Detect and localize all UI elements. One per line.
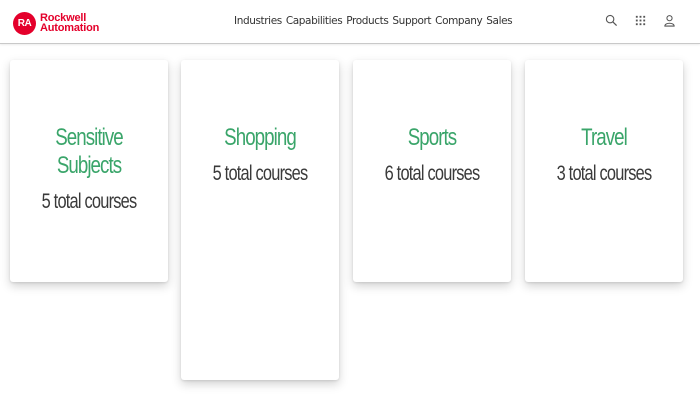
logo-wordmark: Rockwell Automation (40, 13, 100, 34)
nav-support[interactable]: Support (392, 15, 431, 27)
card-title: Sensitive Subjects (55, 124, 123, 179)
card-course-count: 3 total courses (556, 162, 653, 185)
course-card-shopping[interactable]: Shopping 5 total courses (181, 60, 339, 380)
course-card-sports[interactable]: Sports 6 total courses (353, 60, 511, 282)
nav-sales[interactable]: Sales (486, 15, 512, 27)
search-icon[interactable] (605, 14, 618, 27)
apps-grid-icon[interactable] (634, 14, 647, 27)
logo-line-2: Automation (40, 22, 100, 34)
course-card-sensitive-subjects[interactable]: Sensitive Subjects 5 total courses (10, 60, 168, 282)
header-actions (605, 14, 676, 27)
nav-industries[interactable]: Industries (234, 15, 282, 27)
nav-products[interactable]: Products (346, 15, 389, 27)
card-title: Shopping (224, 124, 297, 151)
card-title: Sports (407, 124, 457, 151)
card-course-count: 6 total courses (384, 162, 481, 185)
user-icon[interactable] (663, 14, 676, 27)
course-card-travel[interactable]: Travel 3 total courses (525, 60, 683, 282)
site-header: RA Rockwell Automation Industries Capabi… (0, 0, 700, 44)
main-nav: Industries Capabilities Products Support… (234, 15, 513, 27)
nav-company[interactable]: Company (435, 15, 483, 27)
nav-capabilities[interactable]: Capabilities (286, 15, 343, 27)
rockwell-logo[interactable]: RA Rockwell Automation (13, 10, 99, 36)
card-course-count: 5 total courses (212, 162, 309, 185)
card-title: Travel (581, 124, 628, 151)
card-course-count: 5 total courses (41, 190, 138, 213)
ra-logo-icon: RA (13, 11, 36, 35)
